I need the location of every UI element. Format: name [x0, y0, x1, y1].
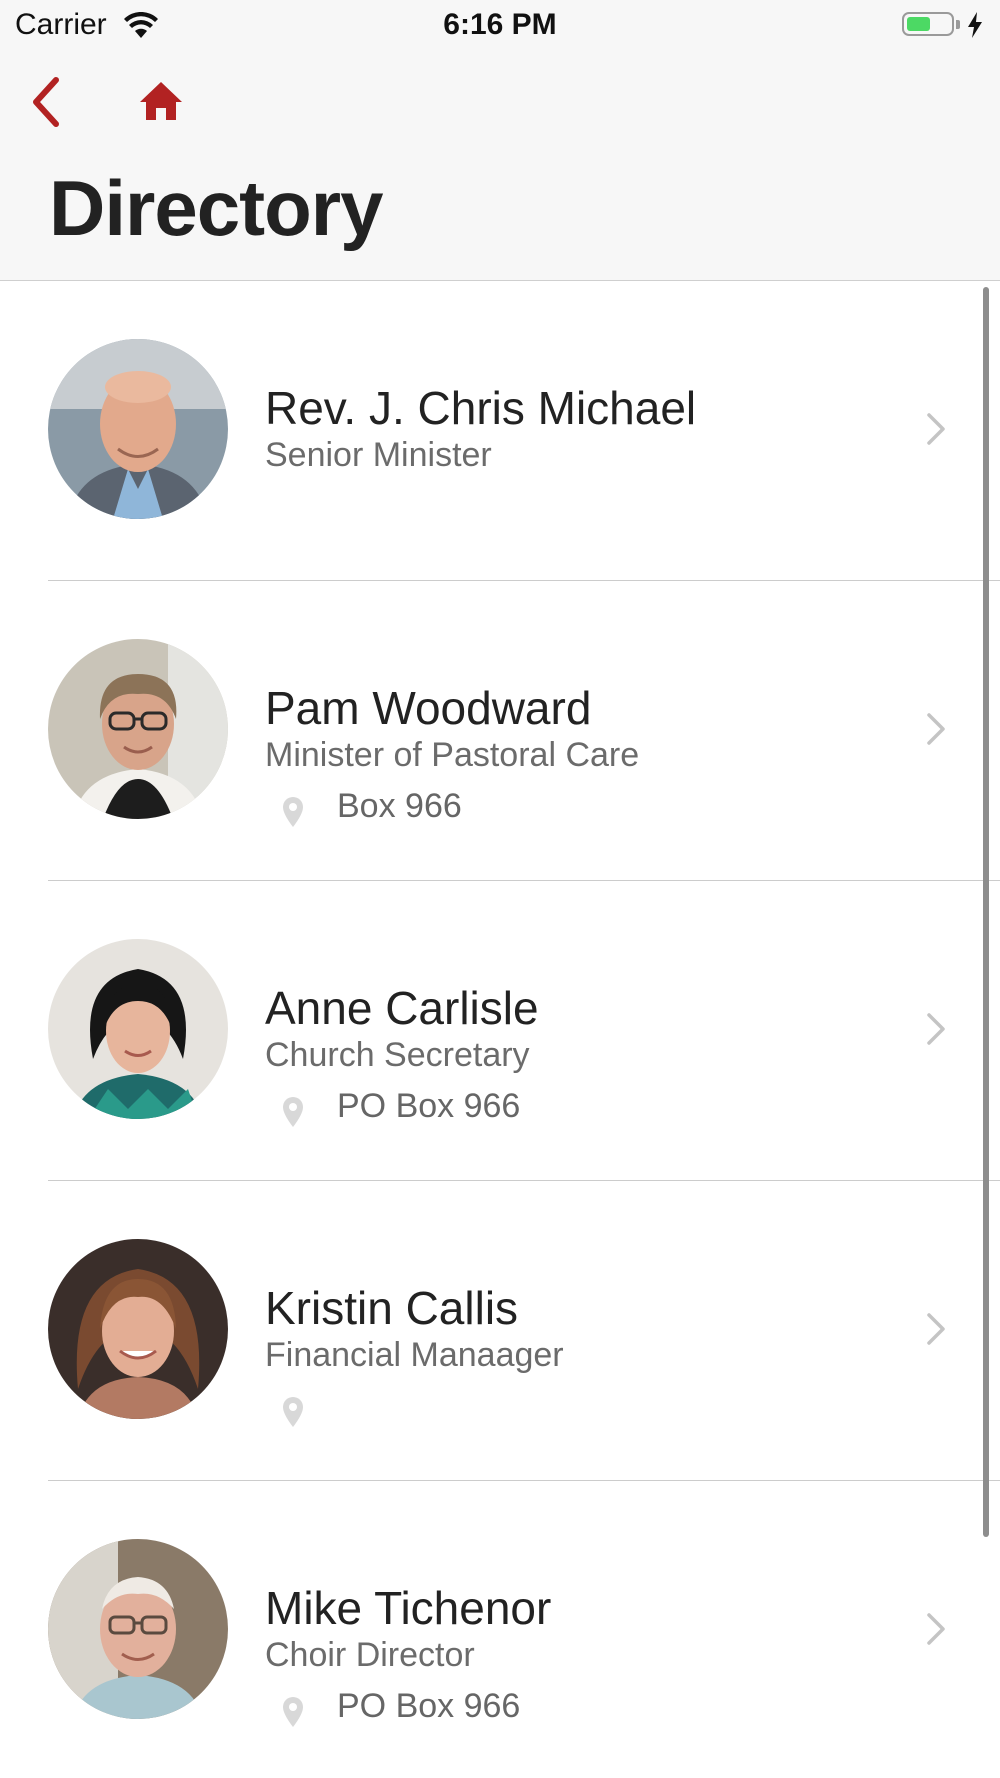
avatar-image — [48, 639, 228, 819]
location-pin-icon — [283, 1697, 303, 1727]
directory-screen: Carrier 6:16 PM Directory Rev. J. Chris … — [0, 0, 1000, 1778]
back-button[interactable] — [28, 74, 64, 130]
location-pin-icon — [283, 1097, 303, 1127]
contact-name: Mike Tichenor — [265, 1582, 552, 1634]
avatar-photo — [48, 339, 228, 519]
avatar-photo — [48, 1239, 228, 1419]
avatar-image — [48, 1539, 228, 1719]
directory-row[interactable]: Rev. J. Chris Michael Senior Minister — [0, 281, 1000, 581]
directory-row[interactable]: Kristin Callis Financial Manaager — [0, 1181, 1000, 1481]
contact-role: Church Secretary — [265, 1036, 530, 1074]
avatar-photo — [48, 939, 228, 1119]
chevron-right-icon — [927, 1013, 945, 1045]
contact-address: Box 966 — [337, 787, 462, 825]
location-pin-icon — [283, 1397, 303, 1427]
status-time: 6:16 PM — [443, 8, 557, 41]
contact-role: Minister of Pastoral Care — [265, 736, 640, 774]
directory-row[interactable]: Anne Carlisle Church Secretary PO Box 96… — [0, 881, 1000, 1181]
page-title: Directory — [49, 164, 383, 252]
avatar-photo — [48, 639, 228, 819]
battery-nub — [956, 20, 960, 29]
scrollbar[interactable] — [983, 287, 989, 1537]
contact-role: Financial Manaager — [265, 1336, 564, 1374]
contact-name: Kristin Callis — [265, 1282, 519, 1334]
chevron-right-icon — [927, 713, 945, 745]
home-button[interactable] — [138, 80, 184, 122]
chevron-right-icon — [927, 1313, 945, 1345]
contact-address: PO Box 966 — [337, 1087, 521, 1125]
contact-role: Senior Minister — [265, 436, 492, 474]
chevron-right-icon — [927, 413, 945, 445]
contact-name: Anne Carlisle — [265, 982, 539, 1034]
chevron-right-icon — [927, 1613, 945, 1645]
directory-row[interactable]: Mike Tichenor Choir Director PO Box 966 — [0, 1481, 1000, 1778]
avatar-image — [48, 939, 228, 1119]
avatar-photo — [48, 1539, 228, 1719]
status-bar: Carrier 6:16 PM — [0, 0, 1000, 50]
avatar-image — [48, 339, 228, 519]
battery-icon — [902, 12, 954, 36]
directory-list[interactable]: Rev. J. Chris Michael Senior Minister Pa… — [0, 281, 1000, 1778]
charging-bolt-icon — [968, 12, 982, 38]
contact-name: Rev. J. Chris Michael — [265, 382, 697, 434]
contact-name: Pam Woodward — [265, 682, 592, 734]
contact-role: Choir Director — [265, 1636, 475, 1674]
directory-row[interactable]: Pam Woodward Minister of Pastoral Care B… — [0, 581, 1000, 881]
battery-level — [907, 17, 930, 31]
location-pin-icon — [283, 797, 303, 827]
contact-address: PO Box 966 — [337, 1687, 521, 1725]
avatar-image — [48, 1239, 228, 1419]
navigation-header: Carrier 6:16 PM Directory — [0, 0, 1000, 281]
